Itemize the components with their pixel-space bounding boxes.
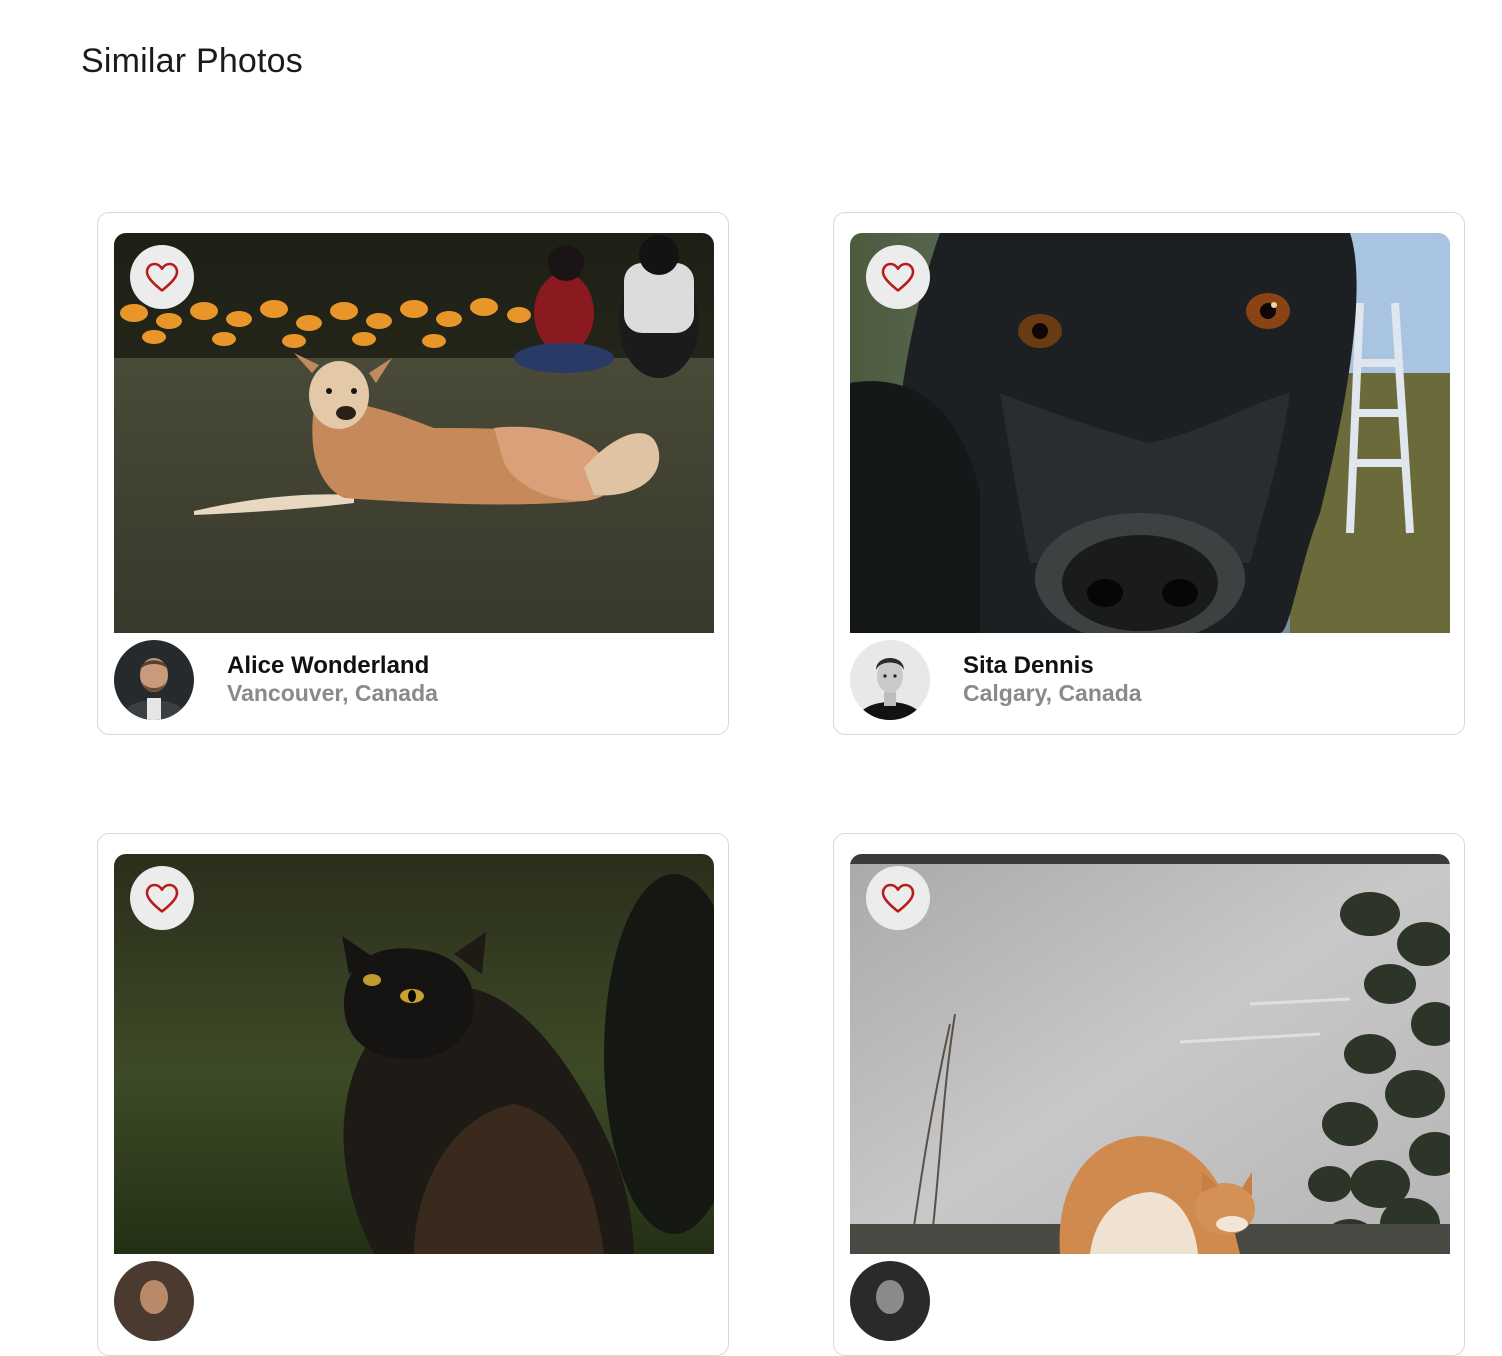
favorite-button[interactable] — [130, 866, 194, 930]
heart-outline-icon — [145, 262, 179, 292]
heart-outline-icon — [145, 883, 179, 913]
author-location: Vancouver, Canada — [227, 680, 438, 706]
photo-black-cat[interactable] — [114, 854, 714, 1254]
photo-orange-cat[interactable] — [850, 854, 1450, 1254]
author-info: Sita Dennis Calgary, Canada — [850, 640, 1450, 720]
page-title: Similar Photos — [81, 42, 303, 80]
heart-outline-icon — [881, 883, 915, 913]
photo-card[interactable] — [833, 833, 1465, 1356]
avatar[interactable] — [850, 640, 930, 720]
author-info — [114, 1261, 714, 1341]
author-name[interactable]: Sita Dennis — [963, 652, 1094, 680]
author-name[interactable]: Alice Wonderland — [227, 652, 429, 680]
photo-card[interactable] — [97, 833, 729, 1356]
photo-card[interactable]: Sita Dennis Calgary, Canada — [833, 212, 1465, 735]
photo-card[interactable]: Alice Wonderland Vancouver, Canada — [97, 212, 729, 735]
author-info — [850, 1261, 1450, 1341]
avatar[interactable] — [114, 1261, 194, 1341]
author-location: Calgary, Canada — [963, 680, 1142, 706]
avatar[interactable] — [850, 1261, 930, 1341]
author-info: Alice Wonderland Vancouver, Canada — [114, 640, 714, 720]
favorite-button[interactable] — [866, 245, 930, 309]
avatar[interactable] — [114, 640, 194, 720]
favorite-button[interactable] — [130, 245, 194, 309]
heart-outline-icon — [881, 262, 915, 292]
favorite-button[interactable] — [866, 866, 930, 930]
photo-black-dog-closeup[interactable] — [850, 233, 1450, 633]
photo-dog-on-grass[interactable] — [114, 233, 714, 633]
